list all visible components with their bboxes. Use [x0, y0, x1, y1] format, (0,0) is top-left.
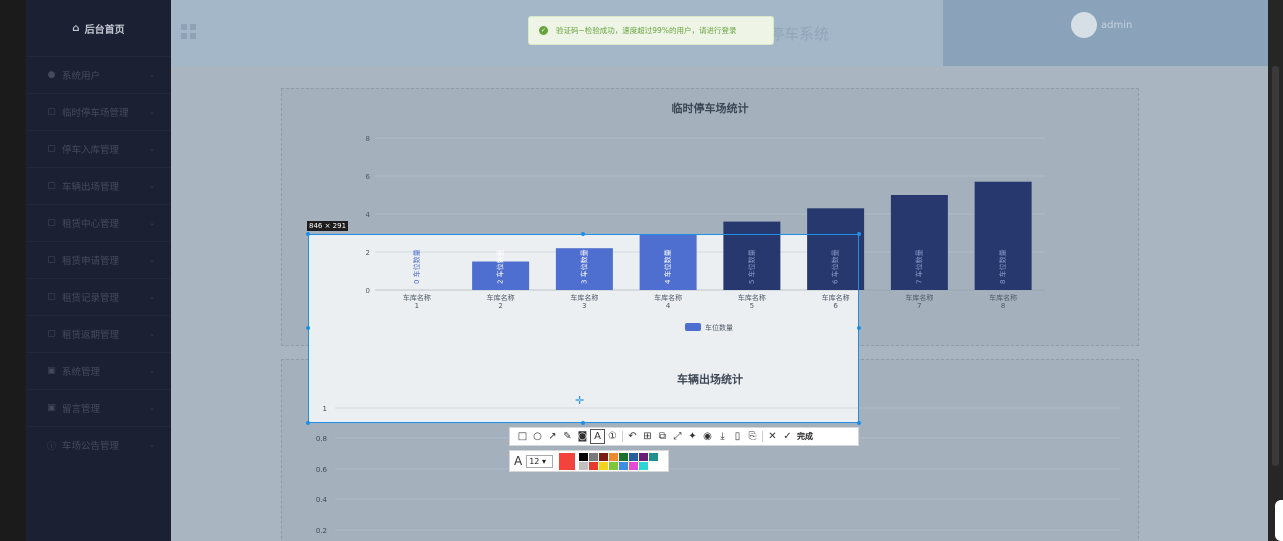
- x-tick-label: 车库名称 7: [905, 293, 933, 310]
- color-swatch[interactable]: [629, 461, 638, 470]
- undo-icon[interactable]: ↶: [625, 429, 640, 444]
- y-tick-label: 0.6: [316, 466, 328, 474]
- x-tick-label: 车库名称 2: [487, 293, 515, 310]
- translate-icon[interactable]: ⊞: [640, 429, 655, 444]
- resize-handle[interactable]: [306, 421, 310, 425]
- ocr-icon[interactable]: ⧉: [655, 429, 670, 444]
- scroll-capture-icon[interactable]: ⤢: [670, 429, 685, 444]
- phone-icon[interactable]: ▯: [730, 429, 745, 444]
- done-button[interactable]: 完成: [797, 431, 813, 442]
- color-swatch[interactable]: [589, 461, 598, 470]
- x-tick-label: 车库名称 8: [989, 293, 1017, 310]
- color-swatch[interactable]: [619, 461, 628, 470]
- color-swatch[interactable]: [619, 452, 628, 461]
- color-swatch[interactable]: [649, 452, 658, 461]
- rectangle-tool-icon[interactable]: □: [515, 429, 530, 444]
- bar-data-label: 6 车位数量: [831, 249, 840, 284]
- color-swatch[interactable]: [639, 461, 648, 470]
- y-tick-label: 0.8: [316, 435, 327, 443]
- chart-title: 车辆出场统计: [677, 372, 743, 386]
- download-icon[interactable]: ⤓: [715, 429, 730, 444]
- y-tick-label: 0.2: [316, 527, 327, 535]
- y-tick-label: 0: [366, 287, 370, 295]
- chart-title: 临时停车场统计: [672, 101, 749, 115]
- screenshot-toolbar: □ ○ ↗ ✎ ◙ A ① ↶ ⊞ ⧉ ⤢ ✦ ◉ ⤓ ▯ ⎘ ✕ ✓ 完成: [509, 427, 859, 446]
- bar-data-label: 7 车位数量: [914, 249, 923, 284]
- bookmark-icon[interactable]: ⎘: [745, 429, 760, 444]
- text-style-palette: A 12 ▾: [509, 450, 669, 472]
- side-tab: [1275, 500, 1283, 541]
- color-swatch[interactable]: [609, 461, 618, 470]
- font-size-value: 12: [529, 456, 540, 466]
- color-swatch[interactable]: [589, 452, 598, 461]
- check-icon[interactable]: ✓: [780, 429, 795, 444]
- color-swatch[interactable]: [639, 452, 648, 461]
- bar-data-label: 3 车位数量: [579, 249, 588, 284]
- resize-handle[interactable]: [581, 421, 585, 425]
- y-tick-label: 4: [366, 211, 371, 219]
- color-swatch[interactable]: [599, 452, 608, 461]
- x-tick-label: 车库名称 5: [738, 293, 766, 310]
- x-tick-label: 车库名称 4: [654, 293, 682, 310]
- current-color-swatch[interactable]: [558, 452, 575, 470]
- number-tool-icon[interactable]: ①: [605, 429, 620, 444]
- x-tick-label: 车库名称 6: [822, 293, 850, 310]
- y-tick-label: 8: [366, 135, 370, 143]
- font-icon: A: [514, 454, 523, 468]
- move-crosshair-icon[interactable]: ✛: [575, 395, 584, 406]
- pen-tool-icon[interactable]: ✎: [560, 429, 575, 444]
- close-icon[interactable]: ✕: [765, 429, 780, 444]
- resize-handle[interactable]: [306, 232, 310, 236]
- arrow-tool-icon[interactable]: ↗: [545, 429, 560, 444]
- bar-data-label: 5 车位数量: [747, 249, 756, 284]
- bar-data-label: 8 车位数量: [998, 249, 1007, 284]
- color-swatches: [579, 452, 668, 470]
- pin-icon[interactable]: ✦: [685, 429, 700, 444]
- color-swatch[interactable]: [599, 461, 608, 470]
- legend-label: 车位数量: [705, 323, 733, 332]
- record-icon[interactable]: ◉: [700, 429, 715, 444]
- resize-handle[interactable]: [857, 232, 861, 236]
- vertical-scrollbar[interactable]: [1268, 0, 1283, 541]
- y-tick-label: 0.4: [316, 496, 328, 504]
- resize-handle[interactable]: [857, 421, 861, 425]
- selection-size-label: 846 × 291: [307, 221, 349, 231]
- bar-data-label: 2 车位数量: [496, 249, 505, 284]
- resize-handle[interactable]: [857, 326, 861, 330]
- resize-handle[interactable]: [581, 232, 585, 236]
- x-tick-label: 车库名称 1: [403, 293, 431, 310]
- color-swatch[interactable]: [579, 461, 588, 470]
- y-tick-label: 2: [366, 249, 370, 257]
- y-tick-label: 1: [323, 405, 327, 413]
- font-size-select[interactable]: 12 ▾: [526, 454, 553, 468]
- scrollbar-thumb[interactable]: [1272, 66, 1279, 466]
- color-swatch[interactable]: [629, 452, 638, 461]
- mosaic-tool-icon[interactable]: ◙: [575, 429, 590, 444]
- ellipse-tool-icon[interactable]: ○: [530, 429, 545, 444]
- text-tool-icon[interactable]: A: [590, 429, 605, 444]
- color-swatch[interactable]: [609, 452, 618, 461]
- x-tick-label: 车库名称 3: [570, 293, 598, 310]
- color-swatch[interactable]: [579, 452, 588, 461]
- color-swatch[interactable]: [659, 452, 668, 461]
- bar-data-label: 0 车位数量: [412, 249, 421, 284]
- legend-swatch: [685, 323, 701, 331]
- bar-data-label: 4 车位数量: [663, 249, 672, 284]
- resize-handle[interactable]: [306, 326, 310, 330]
- y-tick-label: 6: [366, 173, 371, 181]
